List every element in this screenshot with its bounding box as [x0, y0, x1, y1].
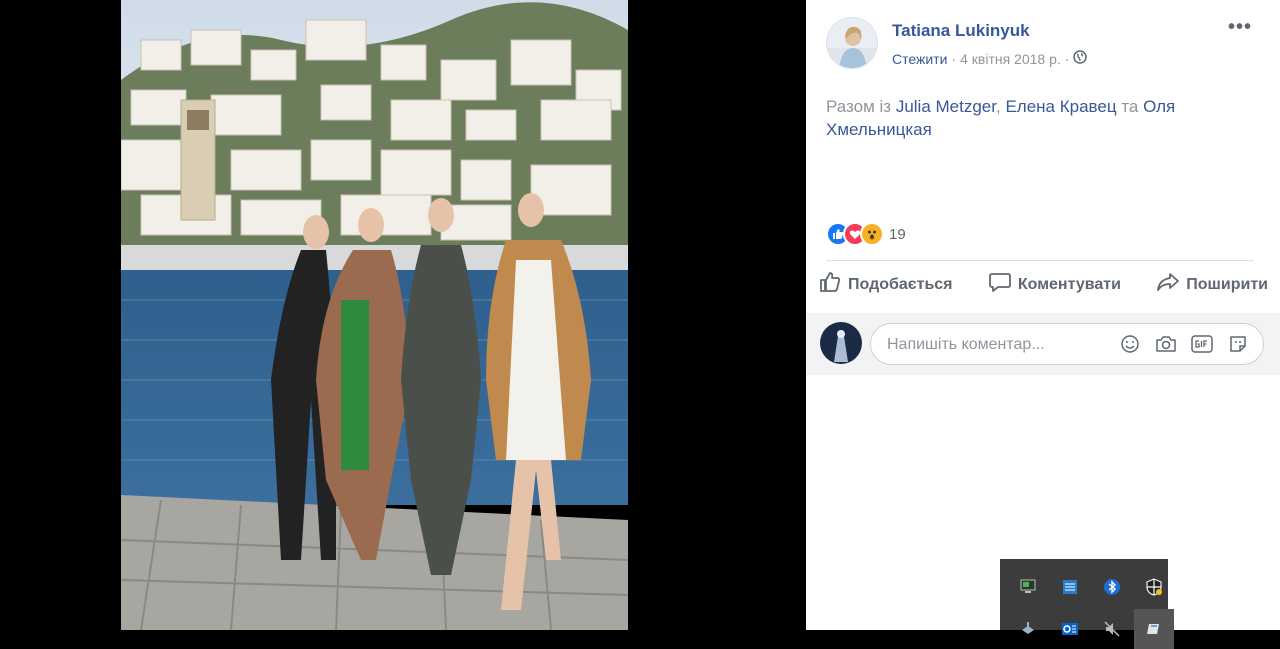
gif-icon[interactable]	[1191, 333, 1213, 355]
photo-viewer	[0, 0, 806, 630]
caption-comma: ,	[995, 97, 1001, 116]
comment-icon	[988, 270, 1012, 299]
comment-button[interactable]: Коментувати	[988, 270, 1121, 299]
share-label: Поширити	[1186, 275, 1268, 293]
author-name[interactable]: Tatiana Lukinyuk	[892, 21, 1030, 41]
comment-placeholder: Напишіть коментар...	[887, 336, 1045, 353]
camera-icon[interactable]	[1155, 333, 1177, 355]
like-icon	[818, 270, 842, 299]
tag-link[interactable]: Julia Metzger	[896, 97, 996, 116]
post-actions: Подобається Коментувати Поширити	[818, 270, 1268, 299]
security-shield-icon[interactable]	[1134, 567, 1174, 607]
system-tray-overflow	[1000, 559, 1174, 649]
author-avatar[interactable]	[826, 17, 878, 69]
comment-label: Коментувати	[1017, 275, 1121, 293]
emoji-icon[interactable]	[1119, 333, 1141, 355]
caption-and: та	[1121, 97, 1139, 116]
post-sidebar: Tatiana Lukinyuk Стежити · 4 квітня 2018…	[806, 0, 1280, 630]
reactions-summary[interactable]: 19	[826, 222, 906, 246]
post-meta: Стежити · 4 квітня 2018 р. ·	[892, 50, 1088, 67]
network-icon[interactable]	[1050, 567, 1090, 607]
outlook-icon[interactable]	[1050, 609, 1090, 649]
comment-tools	[1119, 333, 1249, 355]
like-button[interactable]: Подобається	[818, 270, 953, 299]
follow-link[interactable]: Стежити	[892, 51, 947, 67]
mute-icon[interactable]	[1092, 609, 1132, 649]
like-label: Подобається	[848, 275, 953, 293]
share-button[interactable]: Поширити	[1156, 270, 1268, 299]
bluetooth-icon[interactable]	[1092, 567, 1132, 607]
caption-prefix: Разом із	[826, 97, 892, 116]
post-caption: Разом із Julia Metzger, Елена Кравец та …	[826, 95, 1246, 141]
sticker-icon[interactable]	[1227, 333, 1249, 355]
user-avatar[interactable]	[820, 322, 862, 364]
reaction-count[interactable]: 19	[889, 226, 906, 243]
comment-composer: Напишіть коментар...	[806, 313, 1280, 375]
wow-reaction-icon	[860, 222, 884, 246]
more-options-button[interactable]: •••	[1228, 16, 1252, 39]
meta-separator-2: ·	[1064, 50, 1070, 67]
share-icon	[1156, 270, 1180, 299]
post-photo[interactable]	[121, 0, 628, 630]
meta-separator: ·	[951, 50, 957, 67]
usb-icon[interactable]	[1008, 609, 1048, 649]
post-date[interactable]: 4 квітня 2018 р.	[960, 51, 1061, 67]
globe-icon	[1073, 50, 1088, 67]
comment-input[interactable]: Напишіть коментар...	[870, 323, 1264, 365]
tag-link[interactable]: Елена Кравец	[1005, 97, 1116, 116]
divider	[826, 260, 1254, 261]
monitor-icon[interactable]	[1008, 567, 1048, 607]
app-icon[interactable]	[1134, 609, 1174, 649]
